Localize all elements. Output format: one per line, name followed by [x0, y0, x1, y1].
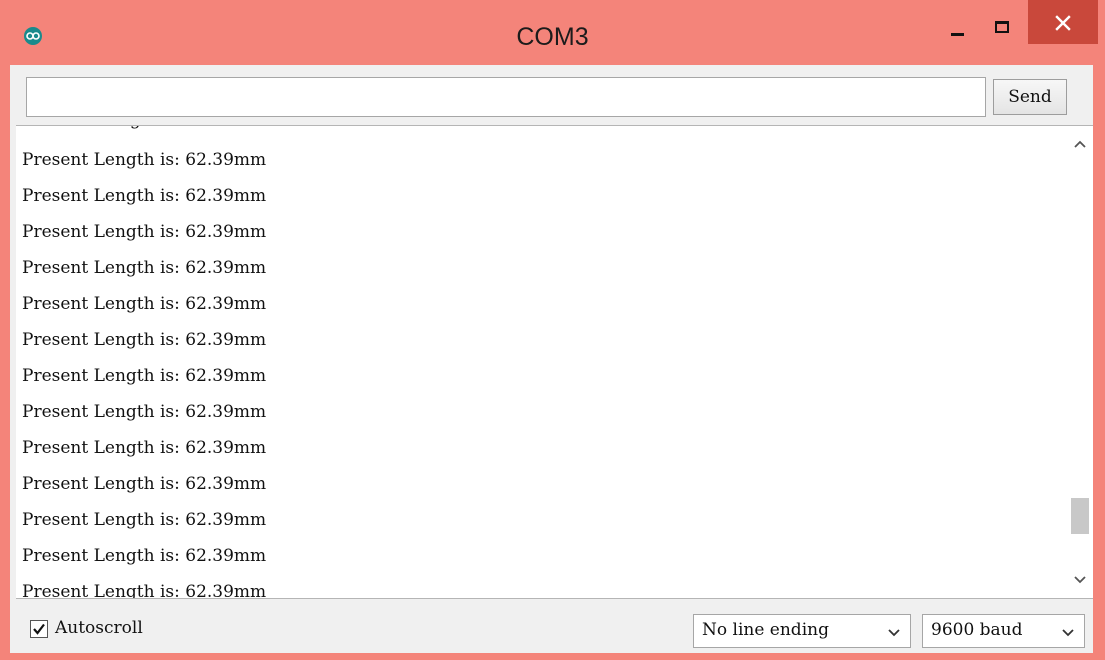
- output-line: Present Length is: 62.39mm: [22, 438, 267, 458]
- baud-rate-value: 9600 baud: [931, 620, 1023, 640]
- line-ending-value: No line ending: [702, 620, 829, 640]
- vertical-scrollbar[interactable]: [1067, 126, 1093, 598]
- chevron-down-icon[interactable]: [1071, 570, 1089, 588]
- output-line: Present Length is: 62.39mm: [22, 546, 267, 566]
- checkmark-icon: [33, 623, 45, 635]
- output-line: Present Length is: 62.39mm: [22, 474, 267, 494]
- baud-rate-select[interactable]: 9600 baud: [922, 614, 1085, 648]
- output-line: Present Length is: 62.39mm: [22, 258, 267, 278]
- close-icon: [1055, 15, 1071, 31]
- output-line: Present Length is: 62.39mm: [22, 150, 267, 170]
- autoscroll-label[interactable]: Autoscroll: [55, 618, 143, 638]
- output-line: Present Length is: 62.39mm: [22, 186, 267, 206]
- output-lines: Present Length is: 62.39mm Present Length…: [22, 142, 267, 599]
- chevron-down-icon: [1062, 629, 1074, 637]
- close-button[interactable]: [1028, 0, 1098, 44]
- output-line: Present Length is: 62.39mm: [22, 510, 267, 530]
- serial-monitor-panel: Send Present Length is: 62.39mm Present …: [10, 65, 1093, 653]
- autoscroll-checkbox[interactable]: [30, 620, 48, 638]
- output-line: Present Length is: 62.39mm: [22, 222, 267, 242]
- bottom-bar: Autoscroll No line ending 9600 baud: [10, 599, 1093, 653]
- output-line: Present Length is: 62.39mm: [22, 582, 267, 599]
- scrollbar-thumb[interactable]: [1071, 498, 1089, 534]
- output-line: Present Length is: 62.39mm: [22, 330, 267, 350]
- serial-output[interactable]: Present Length is: 62.39mm Present Lengt…: [16, 125, 1093, 599]
- minimize-button[interactable]: [936, 0, 978, 46]
- output-line: Present Length is: 62.39mm: [22, 402, 267, 422]
- line-ending-select[interactable]: No line ending: [693, 614, 911, 648]
- chevron-down-icon: [888, 629, 900, 637]
- send-input[interactable]: [26, 77, 986, 117]
- chevron-up-icon[interactable]: [1071, 136, 1089, 154]
- partial-output-line: Present Length is: 62.39mm: [26, 126, 270, 130]
- output-line: Present Length is: 62.39mm: [22, 366, 267, 386]
- output-line: Present Length is: 62.39mm: [22, 294, 267, 314]
- maximize-button[interactable]: [982, 0, 1024, 46]
- title-bar[interactable]: COM3: [0, 0, 1105, 60]
- send-button[interactable]: Send: [993, 79, 1067, 115]
